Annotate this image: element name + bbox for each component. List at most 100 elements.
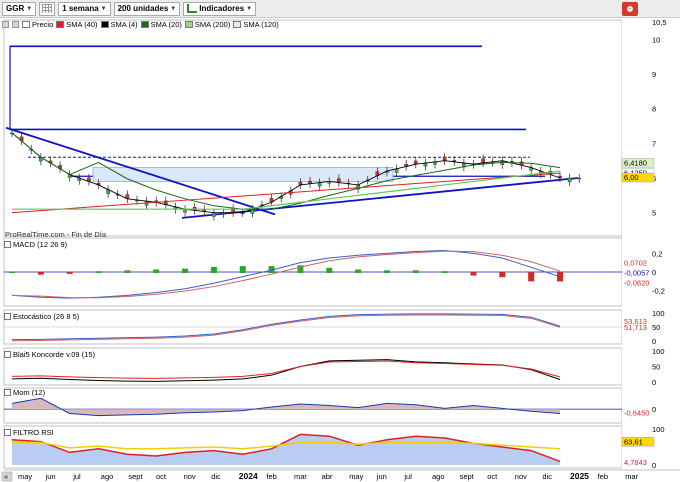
macd-histogram-bar	[355, 269, 362, 273]
macd-histogram-bar	[499, 272, 506, 278]
panel-title-rsi[interactable]: FILTRO RSI	[4, 428, 54, 437]
macd-axis-label: 0	[652, 268, 656, 277]
mom-tag-label: -0,6450	[624, 409, 649, 418]
stoch-tag-label: 51,713	[624, 323, 647, 332]
candle	[567, 177, 572, 183]
time-axis-label: nov	[515, 472, 527, 481]
indicators-button[interactable]: Indicadores ▼	[183, 1, 257, 16]
scroll-left-icon: «	[4, 472, 8, 481]
time-axis-label: abr	[322, 472, 333, 481]
legend-item-sma200[interactable]: SMA (200)	[184, 20, 230, 29]
rsi-tag-label: 63,61	[624, 437, 643, 446]
macd-histogram-bar	[239, 266, 246, 273]
legend-item-sma120[interactable]: SMA (120)	[233, 20, 279, 29]
period-label: 1 semana	[62, 4, 99, 13]
macd-axis-label: -0,2	[652, 287, 665, 296]
legend-item-sma40[interactable]: SMA (40)	[56, 20, 98, 29]
panel-frame	[3, 19, 623, 237]
legend-item-sma4[interactable]: SMA (4)	[100, 20, 138, 29]
time-axis-label: dic	[211, 472, 221, 481]
watermark: ProRealTime.com - Fin de Día	[5, 230, 107, 239]
symbol-selector[interactable]: GGR ▼	[2, 1, 37, 16]
panel-title-stoch[interactable]: Estocástico (26 8 5)	[4, 312, 79, 321]
blai5-axis-label: 100	[652, 347, 665, 356]
legend-swatch	[56, 21, 65, 28]
price-tag-label: 6,00	[624, 173, 639, 182]
period-selector[interactable]: 1 semana ▼	[58, 1, 111, 16]
macd-line	[11, 250, 561, 299]
chevron-down-icon: ▼	[170, 5, 177, 12]
blai5-line	[11, 359, 561, 382]
candle	[337, 178, 341, 183]
legend-item-sma20[interactable]: SMA (20)	[140, 20, 182, 29]
macd-tag-label: 0,0702	[624, 258, 647, 267]
macd-histogram-bar	[124, 270, 131, 273]
macd-histogram-bar	[182, 268, 189, 273]
time-axis-label: jun	[45, 472, 56, 481]
symbol-label: GGR	[6, 4, 25, 13]
macd-histogram-bar	[441, 271, 448, 273]
time-axis-label: mar	[625, 472, 638, 481]
legend-swatch	[184, 21, 193, 28]
stoch-axis-label: 0	[652, 337, 656, 346]
grid-icon-button[interactable]	[39, 1, 56, 16]
blai5-axis-label: 50	[652, 363, 660, 372]
price-axis-label: 5	[652, 209, 656, 218]
candle	[442, 156, 447, 161]
macd-axis-label: 0,2	[652, 249, 662, 258]
macd-tag-label: -0,0057	[624, 269, 649, 278]
macd-histogram-bar	[153, 269, 160, 273]
time-axis-label: 2024	[239, 471, 258, 481]
time-axis-label: ago	[101, 472, 114, 481]
price-axis-label: 10	[652, 35, 660, 44]
rsi-tag-label: 4,7843	[624, 458, 647, 467]
time-axis-label: jun	[376, 472, 387, 481]
panel-title-macd[interactable]: MACD (12 26 9)	[4, 240, 67, 249]
panel-title-mom[interactable]: Mom (12)	[4, 388, 45, 397]
legend-swatch	[100, 21, 109, 28]
rsi-axis-label: 100	[652, 425, 665, 434]
macd-histogram-bar	[470, 272, 477, 276]
macd-tag-label: -0,0820	[624, 279, 649, 288]
panel-icon	[4, 429, 11, 436]
time-axis-label: sept	[460, 472, 475, 481]
stoch-k-line	[11, 313, 561, 341]
time-axis-label: ago	[432, 472, 445, 481]
time-axis-label: oct	[487, 472, 498, 481]
time-axis-label: mar	[294, 472, 307, 481]
chevron-down-icon: ▼	[246, 5, 253, 12]
legend-settings-icon[interactable]	[12, 21, 19, 28]
panel-title-blai5[interactable]: Blai5 Koncorde v.09 (15)	[4, 350, 95, 359]
rsi-axis-label: 0	[652, 461, 656, 470]
chart-canvas[interactable]: 10,510987656,41806,12506,000,20-0,20,070…	[0, 0, 680, 482]
macd-histogram-bar	[326, 267, 333, 273]
macd-signal-line	[11, 250, 561, 299]
candle	[481, 158, 485, 164]
blai5-signal-line	[11, 360, 561, 379]
price-axis-label: 7	[652, 139, 656, 148]
macd-histogram-bar	[383, 270, 390, 273]
indicators-icon	[187, 4, 198, 13]
blai5-axis-label: 0	[652, 378, 656, 387]
legend-item-precio[interactable]: Precio	[22, 20, 53, 29]
time-axis-label: 2025	[570, 471, 589, 481]
chevron-down-icon: ▼	[100, 5, 107, 12]
macd-histogram-bar	[9, 272, 15, 273]
legend-collapse-icon[interactable]	[2, 21, 9, 28]
price-axis-area	[622, 18, 680, 470]
macd-histogram-bar	[95, 271, 102, 273]
chart-window: { "toolbar": { "symbol": "GGR", "period"…	[0, 0, 680, 482]
time-axis-label: jul	[72, 472, 81, 481]
units-label: 200 unidades	[117, 4, 169, 13]
time-axis-label: feb	[598, 472, 608, 481]
candle	[212, 212, 216, 217]
legend-swatch	[233, 21, 242, 28]
units-selector[interactable]: 200 unidades ▼	[113, 1, 181, 16]
legend-swatch	[22, 21, 30, 28]
price-tag-label: 6,4180	[624, 158, 647, 167]
legend-swatch	[140, 21, 149, 28]
chevron-down-icon: ▼	[26, 5, 33, 12]
time-axis-label: oct	[156, 472, 167, 481]
alarm-icon[interactable]: ⏰	[622, 2, 638, 16]
stoch-axis-label: 100	[652, 309, 665, 318]
